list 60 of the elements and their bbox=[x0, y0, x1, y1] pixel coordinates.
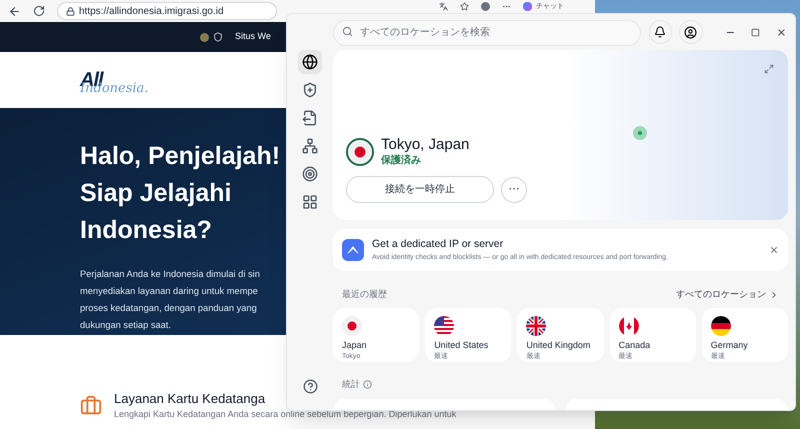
country-name: United States bbox=[434, 338, 490, 352]
reload-icon[interactable] bbox=[33, 5, 45, 17]
bell-icon bbox=[654, 26, 666, 38]
emblem-icon bbox=[213, 32, 223, 42]
hero-title: Indonesia? bbox=[80, 215, 212, 246]
shield-icon bbox=[302, 82, 318, 98]
country-name: Japan bbox=[342, 338, 368, 352]
emblem-icon bbox=[200, 32, 209, 42]
all-locations-link[interactable]: すべてのロケーション bbox=[676, 288, 779, 302]
location-pin bbox=[633, 126, 647, 140]
profile-avatar[interactable] bbox=[481, 2, 490, 11]
location-title: Tokyo, Japan bbox=[381, 136, 470, 153]
pause-connection-button[interactable]: 接続を一時停止 bbox=[346, 176, 494, 203]
star-icon[interactable] bbox=[460, 2, 469, 11]
account-icon bbox=[684, 26, 698, 38]
more-options-button[interactable]: ⋯ bbox=[501, 176, 527, 202]
file-icon bbox=[302, 110, 318, 126]
suitcase-icon bbox=[80, 395, 102, 417]
country-name: United Kingdom bbox=[526, 338, 592, 352]
sidebar-nav-item[interactable] bbox=[298, 50, 322, 74]
search-icon bbox=[342, 26, 353, 37]
address-bar[interactable]: https://allindonesia.imigrasi.go.id bbox=[57, 2, 277, 20]
expand-icon[interactable] bbox=[764, 64, 774, 74]
service-description: Lengkapi Kartu Kedatangan Anda secara online sebelum bepergian. Diperlukan untuk bbox=[114, 409, 456, 420]
hero-paragraph-line: proses kedatangan, dengan panduan yang bbox=[80, 302, 257, 315]
close-icon[interactable] bbox=[769, 245, 779, 255]
hero-paragraph-line: menyediakan layanan daring untuk mempe bbox=[80, 285, 258, 298]
flag-icon bbox=[526, 316, 546, 336]
service-title: Layanan Kartu Kedatanga bbox=[114, 391, 266, 407]
maximize-icon[interactable] bbox=[751, 28, 760, 36]
country-name: Germany bbox=[710, 338, 749, 352]
globe-icon bbox=[302, 54, 318, 70]
close-icon[interactable] bbox=[776, 26, 788, 38]
account-button[interactable] bbox=[679, 20, 703, 44]
country-name: Canada bbox=[618, 338, 652, 352]
logo-icon bbox=[342, 239, 364, 261]
back-icon[interactable] bbox=[8, 4, 21, 18]
flag-icon bbox=[618, 316, 639, 336]
notifications-button[interactable] bbox=[648, 20, 672, 44]
section-heading: 統計 bbox=[342, 378, 360, 390]
grid-icon bbox=[302, 194, 318, 210]
translate-icon[interactable] bbox=[439, 2, 448, 11]
hero-title: Siap Jelajahi bbox=[80, 178, 232, 209]
help-icon[interactable] bbox=[302, 379, 318, 394]
banner-title: Get a dedicated IP or server bbox=[372, 236, 504, 252]
status-text: 保護済み bbox=[381, 153, 422, 168]
nodes-icon bbox=[302, 138, 318, 154]
flag-icon bbox=[434, 316, 454, 336]
hero-paragraph-line: dukungan setiap saat. bbox=[80, 319, 171, 332]
header-link[interactable]: Situs We bbox=[235, 30, 271, 44]
url-text: https://allindonesia.imigrasi.go.id bbox=[79, 4, 224, 18]
hero-title: Halo, Penjelajah! bbox=[80, 141, 280, 172]
lock-icon bbox=[66, 6, 75, 16]
section-heading: 最近の履歴 bbox=[342, 288, 387, 301]
info-icon bbox=[363, 380, 372, 389]
flag-icon bbox=[342, 316, 362, 336]
flag-icon bbox=[710, 316, 731, 336]
search-field[interactable]: すべてのロケーションを検索 bbox=[333, 20, 641, 46]
hero-paragraph-line: Perjalanan Anda ke Indonesia dimulai di sin bbox=[80, 268, 260, 281]
target-icon bbox=[302, 166, 318, 182]
